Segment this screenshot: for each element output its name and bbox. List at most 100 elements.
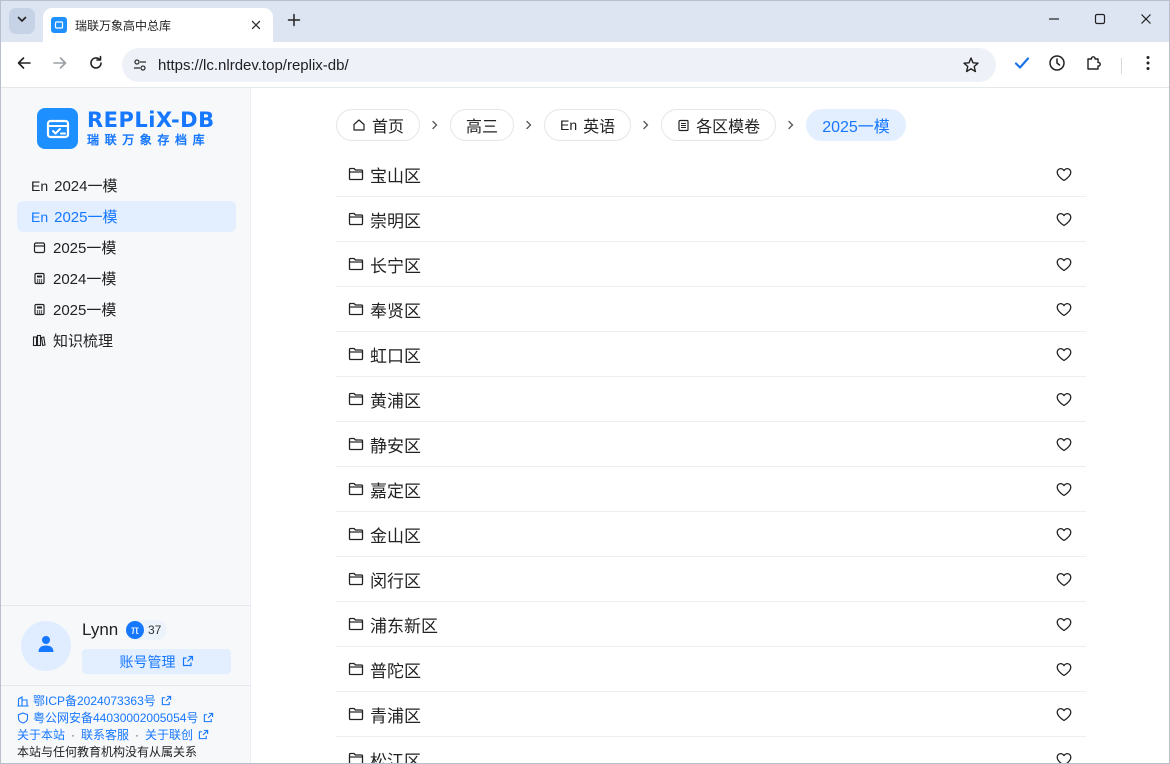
favorite-heart-icon[interactable] bbox=[1054, 299, 1074, 319]
district-row[interactable]: 金山区 bbox=[336, 512, 1086, 557]
about-link[interactable]: 关于本站 bbox=[17, 726, 65, 743]
district-row[interactable]: 松江区 bbox=[336, 737, 1086, 763]
sidebar-item-knowledge[interactable]: 知识梳理 bbox=[17, 325, 236, 356]
browser-window: 瑞联万象高中总库 https://lc.nlrdev.top/replix-db… bbox=[0, 0, 1170, 764]
breadcrumb-category[interactable]: 各区模卷 bbox=[661, 109, 777, 141]
district-row[interactable]: 嘉定区 bbox=[336, 467, 1086, 512]
district-row[interactable]: 闵行区 bbox=[336, 557, 1086, 602]
district-row[interactable]: 青浦区 bbox=[336, 692, 1086, 737]
contact-link[interactable]: 联系客服 bbox=[81, 726, 129, 743]
breadcrumb-current[interactable]: 2025一模 bbox=[806, 109, 906, 141]
favorite-heart-icon[interactable] bbox=[1054, 434, 1074, 454]
district-row[interactable]: 长宁区 bbox=[336, 242, 1086, 287]
folder-icon bbox=[347, 525, 365, 543]
folder-icon bbox=[347, 165, 365, 183]
close-tab-icon[interactable] bbox=[247, 16, 265, 34]
district-name: 普陀区 bbox=[370, 661, 421, 681]
account-management-button[interactable]: 账号管理 bbox=[82, 649, 231, 674]
user-panel: Lynn π 37 账号管理 bbox=[1, 605, 251, 685]
history-button[interactable] bbox=[1043, 51, 1071, 79]
icp-text: 鄂ICP备2024073363号 bbox=[33, 694, 156, 708]
district-row[interactable]: 奉贤区 bbox=[336, 287, 1086, 332]
favorite-heart-icon[interactable] bbox=[1054, 164, 1074, 184]
sidebar-menu: En 2024一模 En 2025一模 2025一模 2024一模 2025一模… bbox=[17, 170, 236, 356]
breadcrumb: 首页 高三 En 英语 各区模卷 2025一模 bbox=[336, 109, 906, 141]
sidebar-item-math-2025[interactable]: 2025一模 bbox=[17, 294, 236, 325]
english-icon: En bbox=[560, 117, 578, 133]
chevron-right-icon bbox=[514, 120, 544, 130]
extensions-button[interactable] bbox=[1080, 51, 1108, 79]
avatar[interactable] bbox=[21, 621, 71, 671]
url-text: https://lc.nlrdev.top/replix-db/ bbox=[158, 56, 349, 74]
sidebar-item-english-2024[interactable]: En 2024一模 bbox=[17, 170, 236, 201]
plus-icon bbox=[287, 13, 301, 32]
logo-subtitle: 瑞联万象存档库 bbox=[87, 133, 211, 147]
tab-search-button[interactable] bbox=[9, 8, 35, 34]
folder-icon bbox=[347, 345, 365, 363]
extension-check-button[interactable] bbox=[1008, 51, 1036, 79]
breadcrumb-grade[interactable]: 高三 bbox=[450, 109, 515, 141]
favorite-heart-icon[interactable] bbox=[1054, 389, 1074, 409]
browser-menu-button[interactable] bbox=[1134, 51, 1162, 79]
reload-button[interactable] bbox=[81, 50, 111, 80]
district-name: 宝山区 bbox=[370, 166, 421, 186]
favorite-heart-icon[interactable] bbox=[1054, 704, 1074, 724]
minimize-button[interactable] bbox=[1038, 7, 1070, 35]
district-row[interactable]: 普陀区 bbox=[336, 647, 1086, 692]
address-bar[interactable]: https://lc.nlrdev.top/replix-db/ bbox=[122, 48, 996, 82]
district-name: 闵行区 bbox=[370, 571, 421, 591]
back-button[interactable] bbox=[9, 50, 39, 80]
folder-icon bbox=[347, 435, 365, 453]
police-record-link[interactable]: 粤公网安备44030002005054号 bbox=[17, 709, 251, 726]
favorite-heart-icon[interactable] bbox=[1054, 344, 1074, 364]
folder-icon bbox=[347, 660, 365, 678]
favorite-heart-icon[interactable] bbox=[1054, 569, 1074, 589]
district-name: 长宁区 bbox=[370, 256, 421, 276]
sidebar-item-math-2024[interactable]: 2024一模 bbox=[17, 263, 236, 294]
favorite-heart-icon[interactable] bbox=[1054, 614, 1074, 634]
browser-tab[interactable]: 瑞联万象高中总库 bbox=[43, 8, 273, 42]
site-info-icon[interactable] bbox=[130, 55, 150, 75]
english-icon: En bbox=[31, 177, 49, 194]
sidebar-item-english-2025[interactable]: En 2025一模 bbox=[17, 201, 236, 232]
sidebar-item-calendar-2025[interactable]: 2025一模 bbox=[17, 232, 236, 263]
favorite-heart-icon[interactable] bbox=[1054, 254, 1074, 274]
breadcrumb-subject[interactable]: En 英语 bbox=[544, 109, 632, 141]
favorite-heart-icon[interactable] bbox=[1054, 524, 1074, 544]
breadcrumb-home[interactable]: 首页 bbox=[336, 109, 421, 141]
new-tab-button[interactable] bbox=[282, 10, 306, 34]
favorite-heart-icon[interactable] bbox=[1054, 209, 1074, 229]
district-row[interactable]: 黄浦区 bbox=[336, 377, 1086, 422]
district-row[interactable]: 静安区 bbox=[336, 422, 1086, 467]
district-row[interactable]: 虹口区 bbox=[336, 332, 1086, 377]
separator-dot: · bbox=[71, 727, 76, 742]
icp-link[interactable]: 鄂ICP备2024073363号 bbox=[17, 692, 251, 709]
more-vertical-icon bbox=[1146, 55, 1150, 76]
district-row[interactable]: 浦东新区 bbox=[336, 602, 1086, 647]
sidebar-item-label: 2025一模 bbox=[54, 209, 118, 226]
chevron-right-icon bbox=[776, 120, 806, 130]
document-icon bbox=[677, 119, 690, 132]
close-window-button[interactable] bbox=[1130, 7, 1162, 35]
favorite-heart-icon[interactable] bbox=[1054, 479, 1074, 499]
site-favicon-icon bbox=[51, 17, 67, 33]
bookmark-star-icon[interactable] bbox=[960, 54, 982, 76]
breadcrumb-label: 2025一模 bbox=[822, 119, 890, 136]
district-row[interactable]: 宝山区 bbox=[336, 152, 1086, 197]
sidebar-item-label: 2024一模 bbox=[54, 178, 118, 195]
favorite-heart-icon[interactable] bbox=[1054, 749, 1074, 763]
about-lianchuang-link[interactable]: 关于联创 bbox=[145, 726, 193, 743]
favorite-heart-icon[interactable] bbox=[1054, 659, 1074, 679]
site-logo[interactable]: REPLiX-DB 瑞联万象存档库 bbox=[37, 108, 215, 149]
forward-button[interactable] bbox=[45, 50, 75, 80]
logo-title: REPLiX-DB bbox=[87, 108, 215, 132]
breadcrumb-label: 英语 bbox=[583, 119, 616, 136]
calculator-icon bbox=[31, 271, 47, 287]
maximize-button[interactable] bbox=[1084, 7, 1116, 35]
reload-icon bbox=[88, 55, 104, 76]
shield-icon bbox=[17, 711, 29, 724]
breadcrumb-label: 首页 bbox=[372, 119, 405, 136]
clock-icon bbox=[1048, 54, 1066, 77]
breadcrumb-label: 高三 bbox=[466, 119, 499, 136]
district-row[interactable]: 崇明区 bbox=[336, 197, 1086, 242]
